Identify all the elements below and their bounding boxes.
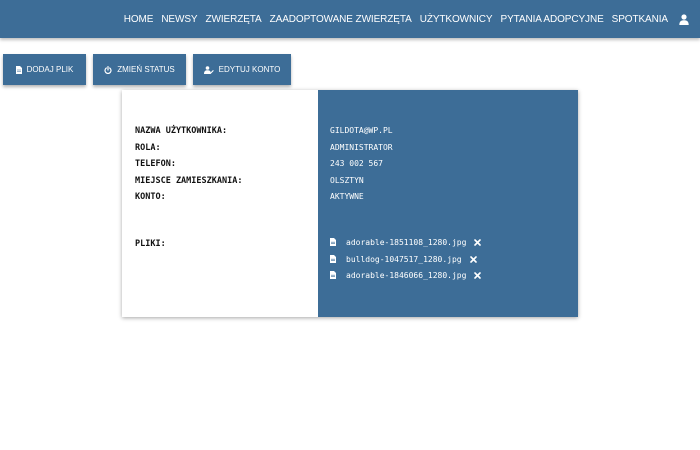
add-file-button[interactable]: DODAJ PLIK <box>3 54 86 85</box>
file-icon <box>15 65 22 74</box>
change-status-button[interactable]: ZMIEŃ STATUS <box>93 54 186 85</box>
account-status-value: AKTYWNE <box>330 192 364 201</box>
file-item: bulldog-1047517_1280.jpg <box>330 253 477 265</box>
residence-label: MIEJSCE ZAMIESZKANIA: <box>135 176 243 186</box>
edit-account-button[interactable]: EDYTUJ KONTO <box>193 54 291 85</box>
file-item: adorable-1846066_1280.jpg <box>330 269 482 281</box>
user-edit-icon <box>203 65 214 74</box>
power-icon <box>104 65 112 74</box>
phone-value: 243 002 567 <box>330 159 383 168</box>
nav-adopted-animals[interactable]: ZAADOPTOWANE ZWIERZĘTA <box>270 14 412 25</box>
nav-meetings[interactable]: SPOTKANIA <box>612 14 668 25</box>
profile-values-panel: GILDOTA@WP.PL ADMINISTRATOR 243 002 567 … <box>318 90 578 317</box>
change-status-label: ZMIEŃ STATUS <box>117 65 175 74</box>
nav-home[interactable]: HOME <box>124 14 154 25</box>
file-name-link[interactable]: adorable-1846066_1280.jpg <box>346 271 466 280</box>
profile-labels-panel: NAZWA UŻYTKOWNIKA: ROLA: TELEFON: MIEJSC… <box>122 90 318 317</box>
phone-label: TELEFON: <box>135 159 176 169</box>
file-icon <box>330 271 338 279</box>
user-profile-card: NAZWA UŻYTKOWNIKA: ROLA: TELEFON: MIEJSC… <box>122 90 578 317</box>
file-name-link[interactable]: adorable-1851108_1280.jpg <box>346 238 466 247</box>
delete-file-icon[interactable] <box>474 238 482 246</box>
residence-value: OLSZTYN <box>330 176 364 185</box>
delete-file-icon[interactable] <box>469 255 477 263</box>
role-value: ADMINISTRATOR <box>330 143 393 152</box>
account-label: KONTO: <box>135 192 166 202</box>
top-navbar: HOME NEWSY ZWIERZĘTA ZAADOPTOWANE ZWIERZ… <box>0 0 700 38</box>
file-item: adorable-1851108_1280.jpg <box>330 236 482 248</box>
edit-account-label: EDYTUJ KONTO <box>218 65 281 74</box>
username-value: GILDOTA@WP.PL <box>330 126 393 135</box>
delete-file-icon[interactable] <box>474 271 482 279</box>
file-name-link[interactable]: bulldog-1047517_1280.jpg <box>346 255 462 264</box>
nav-news[interactable]: NEWSY <box>161 14 197 25</box>
files-label: PLIKI: <box>135 239 166 249</box>
user-icon[interactable] <box>678 13 690 25</box>
nav-users[interactable]: UŻYTKOWNICY <box>420 14 493 25</box>
nav-adoption-questions[interactable]: PYTANIA ADOPCYJNE <box>501 14 604 25</box>
nav-animals[interactable]: ZWIERZĘTA <box>205 14 261 25</box>
file-icon <box>330 255 338 263</box>
nav-menu: HOME NEWSY ZWIERZĘTA ZAADOPTOWANE ZWIERZ… <box>124 0 690 38</box>
file-icon <box>330 238 338 246</box>
role-label: ROLA: <box>135 143 161 153</box>
add-file-label: DODAJ PLIK <box>26 65 74 74</box>
username-label: NAZWA UŻYTKOWNIKA: <box>135 126 228 136</box>
